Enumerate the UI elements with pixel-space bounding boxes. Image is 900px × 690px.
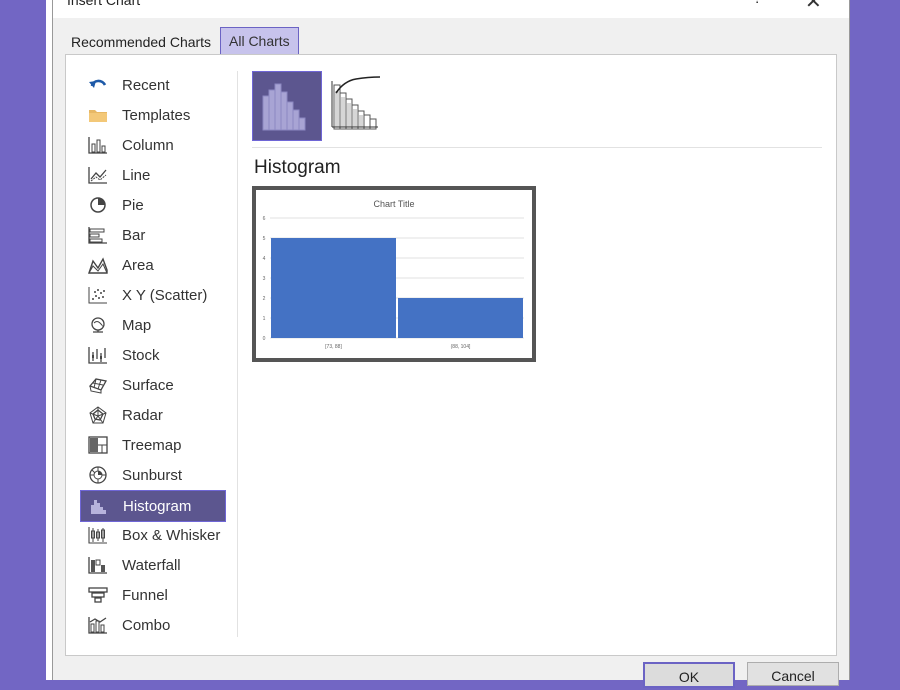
pareto-subtype-icon	[331, 76, 381, 130]
treemap-chart-icon	[86, 435, 110, 455]
sidebar-item-label: Pie	[122, 196, 144, 214]
line-chart-icon	[86, 165, 110, 185]
sidebar-item-label: Area	[122, 256, 154, 274]
help-button[interactable]: ?	[753, 0, 762, 8]
background-strip-right	[850, 0, 900, 680]
chart-panel: Recent Templates Column Line Pie Bar Are…	[65, 54, 837, 656]
sidebar-item-label: Templates	[122, 106, 191, 124]
sidebar-item-label: Recent	[122, 76, 170, 94]
combo-chart-icon	[86, 615, 110, 635]
tab-all-charts[interactable]: All Charts	[220, 27, 299, 55]
recent-icon	[86, 75, 110, 95]
histogram-subtype-icon	[262, 83, 306, 131]
column-chart-icon	[86, 135, 110, 155]
sidebar-item-label: Treemap	[122, 436, 182, 454]
sidebar-item-recent[interactable]: Recent	[80, 70, 224, 100]
y-tick-label: 0	[263, 336, 266, 342]
sidebar-item-treemap[interactable]: Treemap	[80, 430, 224, 460]
histogram-chart-icon	[87, 496, 111, 516]
ok-button[interactable]: OK	[643, 662, 735, 688]
y-tick-label: 2	[263, 296, 266, 302]
chart-title: Chart Title	[373, 199, 414, 209]
histogram-bar	[271, 238, 396, 338]
sidebar-item-scatter[interactable]: X Y (Scatter)	[80, 280, 224, 310]
x-tick-label: [73, 88]	[325, 344, 342, 350]
sidebar-item-label: Line	[122, 166, 151, 184]
sidebar-item-funnel[interactable]: Funnel	[80, 580, 224, 610]
sidebar-item-label: Sunburst	[122, 466, 183, 484]
close-button[interactable]: ✕	[805, 0, 822, 14]
area-chart-icon	[86, 255, 110, 275]
sidebar-item-radar[interactable]: Radar	[80, 400, 224, 430]
y-tick-label: 3	[263, 276, 266, 282]
sidebar-item-label: Funnel	[122, 586, 168, 604]
sidebar-item-waterfall[interactable]: Waterfall	[80, 550, 224, 580]
chart-preview[interactable]: Chart Title 0 1 2 3 4 5 6 [73, 88] (88, 104]	[252, 186, 536, 362]
pie-chart-icon	[86, 195, 110, 215]
sidebar-item-surface[interactable]: Surface	[80, 370, 224, 400]
map-chart-icon	[86, 315, 110, 335]
sidebar-item-column[interactable]: Column	[80, 130, 224, 160]
y-tick-label: 5	[263, 236, 266, 242]
sidebar-item-templates[interactable]: Templates	[80, 100, 224, 130]
sidebar-item-sunburst[interactable]: Sunburst	[80, 460, 224, 490]
sidebar-item-label: Box & Whisker	[122, 526, 221, 544]
stock-chart-icon	[86, 345, 110, 365]
sidebar-item-label: Waterfall	[122, 556, 181, 574]
radar-chart-icon	[86, 405, 110, 425]
box-whisker-chart-icon	[86, 525, 110, 545]
waterfall-chart-icon	[86, 555, 110, 575]
folder-icon	[86, 105, 110, 125]
sidebar-item-label: Radar	[122, 406, 163, 424]
sidebar-item-label: Bar	[122, 226, 146, 244]
selected-chart-name: Histogram	[254, 157, 341, 178]
dialog-title: Insert Chart	[67, 0, 141, 8]
x-tick-label: (88, 104]	[451, 344, 471, 350]
subtype-histogram[interactable]	[252, 71, 322, 141]
sidebar-item-combo[interactable]: Combo	[80, 610, 224, 640]
y-tick-label: 6	[263, 216, 266, 222]
subtype-pareto[interactable]	[330, 71, 398, 139]
surface-chart-icon	[86, 375, 110, 395]
insert-chart-dialog: Insert Chart ? ✕ Recommended Charts All …	[52, 0, 850, 688]
sidebar-item-label: Map	[122, 316, 152, 334]
sidebar-item-label: X Y (Scatter)	[122, 286, 208, 304]
y-tick-label: 4	[263, 256, 266, 262]
histogram-bar	[398, 298, 523, 338]
sunburst-chart-icon	[86, 465, 110, 485]
sidebar-item-label: Surface	[122, 376, 174, 394]
sidebar-item-histogram[interactable]: Histogram	[80, 490, 226, 522]
background-strip-left	[0, 0, 46, 680]
sidebar-divider	[237, 71, 238, 637]
sidebar-item-label: Stock	[122, 346, 160, 364]
funnel-chart-icon	[86, 585, 110, 605]
sidebar-item-bar[interactable]: Bar	[80, 220, 224, 250]
sidebar-item-map[interactable]: Map	[80, 310, 224, 340]
sidebar-item-stock[interactable]: Stock	[80, 340, 224, 370]
sidebar-item-label: Column	[122, 136, 174, 154]
dialog-titlebar: Insert Chart ? ✕	[53, 0, 849, 18]
sidebar-item-area[interactable]: Area	[80, 250, 224, 280]
sidebar-item-pie[interactable]: Pie	[80, 190, 224, 220]
subtype-divider	[252, 147, 822, 148]
chart-type-sidebar: Recent Templates Column Line Pie Bar Are…	[66, 55, 238, 655]
cancel-button[interactable]: Cancel	[747, 662, 839, 686]
sidebar-item-label: Histogram	[123, 497, 192, 515]
sidebar-item-line[interactable]: Line	[80, 160, 224, 190]
histogram-preview-chart: Chart Title 0 1 2 3 4 5 6 [73, 88] (88, 104]	[263, 199, 524, 350]
bar-chart-icon	[86, 225, 110, 245]
scatter-chart-icon	[86, 285, 110, 305]
y-tick-label: 1	[263, 316, 266, 322]
sidebar-item-box-whisker[interactable]: Box & Whisker	[80, 520, 224, 550]
tab-recommended-charts[interactable]: Recommended Charts	[67, 30, 215, 54]
sidebar-item-label: Combo	[122, 616, 171, 634]
